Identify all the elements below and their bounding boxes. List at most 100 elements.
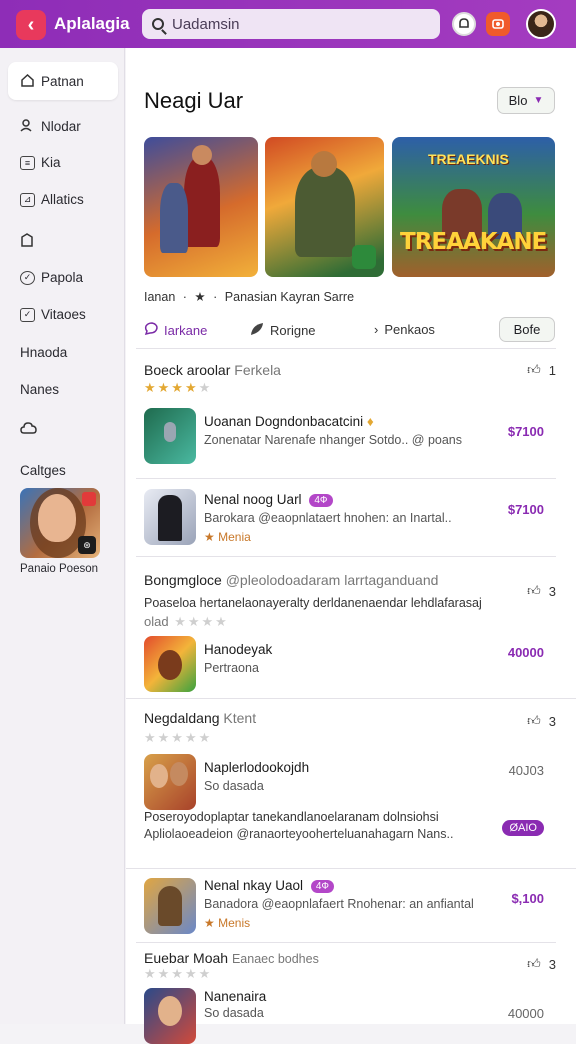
sidebar-item-label: Papola (41, 270, 84, 285)
tab-action-label: Bofe (513, 322, 541, 337)
tab-penkaos[interactable]: › Penkaos (374, 322, 435, 337)
sidebar-item-label: Nanes (20, 382, 60, 397)
sidebar-item-cloud[interactable] (20, 420, 44, 439)
featured-game-card[interactable]: ⊛ (20, 488, 100, 558)
sidebar-item-patnan[interactable]: Patnan (20, 73, 84, 90)
tab-label: Iarkane (164, 323, 208, 338)
section-header: Bongmgloce @pleolodoadaram larrtaganduan… (144, 572, 438, 588)
rating-stars: ★★★★★ (144, 380, 213, 395)
app-title[interactable]: Uoanan Dogndonbacatcini ♦ (204, 414, 374, 429)
chat-icon: ✓ (20, 270, 35, 285)
app-price[interactable]: 40000 (508, 645, 544, 660)
grid-icon: ≡ (20, 155, 35, 170)
filter-dropdown[interactable]: Blo ▼ (497, 87, 555, 114)
like-count: 3 (548, 956, 556, 972)
app-icon[interactable] (144, 636, 196, 692)
banner-subtitle: TREAEKNIS (428, 151, 509, 167)
rating-stars: olad ★★★★ (144, 614, 229, 629)
caption-prefix: Ianan (144, 290, 176, 304)
promo-price-badge[interactable]: ØAIO (502, 820, 544, 836)
banner-game-2[interactable] (265, 137, 384, 277)
sidebar-item-nanes[interactable]: Nanes (20, 382, 59, 397)
tab-rorigne[interactable]: Rorigne (250, 322, 316, 339)
app-title[interactable]: Naplerlodookojdh (204, 760, 309, 775)
like-button[interactable]: 👍︎ 3 (527, 713, 556, 729)
banner-logo: TREAAKANE (400, 229, 547, 255)
divider (126, 698, 576, 699)
character-icon (158, 886, 182, 926)
app-icon[interactable] (144, 988, 196, 1044)
app-icon[interactable] (144, 754, 196, 810)
star-icon: ★ (204, 530, 215, 544)
app-title[interactable]: Hanodeyak (204, 642, 272, 657)
soldier-figure-icon (295, 167, 355, 257)
media-icon[interactable] (486, 12, 510, 36)
app-icon[interactable] (144, 489, 196, 545)
chat-icon (144, 322, 158, 339)
rating-label: olad (144, 614, 169, 629)
divider (136, 556, 556, 557)
app-icon[interactable] (144, 408, 196, 464)
app-price[interactable]: 40J03 (509, 763, 544, 778)
sidebar-item-vitaoes[interactable]: ✓ Vitaoes (20, 307, 86, 322)
main-content: Neagi Uar Blo ▼ TREAEKNIS TREAAKANE Iana… (126, 48, 576, 1044)
game-badge-icon (82, 492, 96, 506)
like-button[interactable]: 👍︎ 3 (527, 956, 556, 972)
sidebar-item-papola[interactable]: ✓ Papola (20, 270, 83, 285)
star-icon: ★ (194, 290, 206, 304)
sidebar-item-label: Hnaoda (20, 345, 68, 360)
search-icon (152, 18, 164, 30)
sidebar-item-kia[interactable]: ≡ Kia (20, 155, 61, 170)
app-title[interactable]: Nenal noog Uarl 4Ф (204, 492, 333, 507)
app-title[interactable]: Nanenaira (204, 989, 266, 1004)
sidebar-item-allatics[interactable]: ⊿ Allatics (20, 192, 84, 207)
rocket-icon (164, 422, 176, 442)
app-icon[interactable] (144, 878, 196, 934)
banner-caption: Ianan · ★ · Panasian Kayran Sarre (144, 289, 354, 304)
banner-game-3[interactable]: TREAEKNIS TREAAKANE (392, 137, 555, 277)
featured-game-title: Panaio Poeson (20, 563, 99, 575)
app-price[interactable]: $7100 (508, 424, 544, 439)
avatar[interactable] (526, 9, 556, 39)
thumbs-up-icon: 👍︎ (527, 713, 541, 728)
app-description: Banadora @eaopnlafaert Rnohenar: an anfi… (204, 897, 474, 911)
sidebar-item-nlodar[interactable]: Nlodar (20, 118, 81, 135)
chevron-down-icon: ▼ (533, 95, 544, 106)
app-description: So dasada (204, 779, 264, 793)
app-title-text: Nenal noog Uarl (204, 492, 302, 507)
notification-icon[interactable] (452, 12, 476, 36)
featured-game-label[interactable]: Panaio Poeson (20, 563, 98, 575)
sidebar-item-hnaoda[interactable]: Hnaoda (20, 345, 67, 360)
sidebar-item-label: Kia (41, 155, 61, 170)
like-button[interactable]: 👍︎ 1 (527, 362, 556, 378)
tab-action-button[interactable]: Bofe (499, 317, 555, 342)
user-icon (20, 118, 35, 135)
app-title-text: Uoanan Dogndonbacatcini (204, 414, 364, 429)
sidebar: Patnan Nlodar ≡ Kia ⊿ Allatics ✓ Papola … (0, 48, 125, 1024)
tab-iarkane[interactable]: Iarkane (144, 322, 207, 339)
app-description: Zonenatar Narenafe nhanger Sotdo.. @ poa… (204, 433, 463, 447)
section-header: Boeck aroolar Ferkela (144, 362, 281, 378)
app-price[interactable]: $7100 (508, 502, 544, 517)
soldier-head-icon (192, 145, 212, 165)
sidebar-section-label: Caltges (20, 463, 66, 478)
soldier-figure-icon (160, 183, 188, 253)
section-subtitle: Ferkela (234, 362, 281, 378)
sidebar-item-building[interactable] (20, 232, 41, 250)
app-price[interactable]: $,100 (511, 891, 544, 906)
mail-icon: ✓ (20, 307, 35, 322)
app-brand: Aplalagia (54, 14, 130, 33)
section-header: Euebar Moah Eanaec bodhes (144, 950, 319, 966)
rating-stars: ★★★★★ (144, 730, 213, 745)
app-title[interactable]: Nenal nkay Uaol 4Ф (204, 878, 334, 893)
back-button[interactable]: ‹ (16, 10, 46, 40)
home-icon (20, 73, 35, 90)
app-note: ★ Menis (204, 916, 250, 930)
chevron-left-icon: ‹ (27, 13, 35, 36)
banner-game-1[interactable] (144, 137, 258, 277)
app-price[interactable]: 40000 (508, 1006, 544, 1021)
star-icon: ★ (204, 916, 215, 930)
search-input[interactable]: Uadamsin (142, 9, 440, 39)
separator-dot: · (213, 290, 218, 304)
game-badge-icon (352, 245, 376, 269)
